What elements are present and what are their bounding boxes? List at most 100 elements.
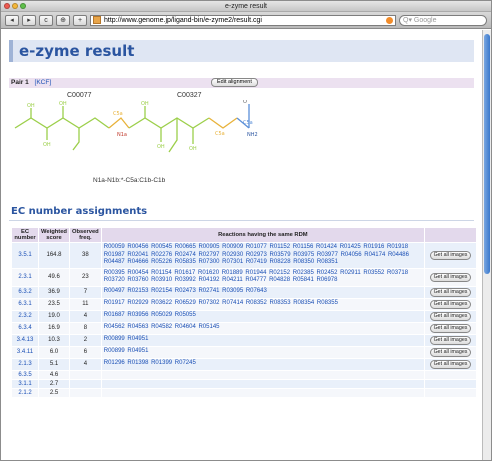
svg-text:OH: OH [27, 103, 35, 109]
ec-link[interactable]: 2.3.2 [11, 309, 39, 323]
reload-button[interactable]: c [39, 14, 53, 26]
observed-freq: 4 [68, 309, 102, 323]
rss-icon[interactable] [386, 16, 393, 24]
reaction-list[interactable]: R00395 R00454 R01154 R01617 R01620 R0188… [100, 267, 426, 287]
weighted-score: 6.0 [38, 345, 70, 359]
observed-freq: 2 [68, 333, 102, 347]
ec-link[interactable]: 2.3.1 [11, 267, 39, 287]
title-bar: e-zyme result [1, 1, 491, 12]
get-all-images-button[interactable]: Get all images [429, 347, 472, 357]
scrollbar-thumb[interactable] [484, 34, 490, 274]
header-ec: EC number [11, 227, 39, 243]
svg-text:C5a: C5a [243, 120, 253, 126]
rdm-formula: N1a-N1b:*-C5a:C1b-C1b [93, 177, 166, 184]
action-cell [424, 387, 477, 398]
compound-id-left: C00077 [67, 92, 92, 99]
forward-button[interactable]: ▸ [22, 14, 36, 26]
weighted-score: 16.9 [38, 321, 70, 335]
reaction-list[interactable]: R00059 R00456 R00545 R00665 R00905 R0090… [100, 242, 426, 269]
svg-text:OH: OH [141, 101, 149, 107]
observed-freq: 38 [68, 242, 102, 269]
reaction-list[interactable]: R01687 R03956 R05029 R05055 [100, 309, 426, 323]
observed-freq: 8 [68, 321, 102, 335]
table-row: 2.3.1 49.6 23 R00395 R00454 R01154 R01617 R… [11, 267, 477, 287]
get-all-images-button[interactable]: Get all images [429, 359, 472, 369]
reaction-list[interactable]: R00497 R02153 R02154 R02473 R02741 R0309… [100, 285, 426, 299]
pair-label: Pair 1 [11, 79, 29, 86]
reaction-list[interactable]: R00899 R04951 [100, 333, 426, 347]
weighted-score: 4.6 [38, 369, 70, 380]
ec-link[interactable]: 6.3.5 [11, 369, 39, 380]
back-button[interactable]: ◂ [5, 14, 19, 26]
action-cell: Get all images [424, 345, 477, 359]
add-bookmark-button[interactable]: + [73, 14, 87, 26]
weighted-score: 2.5 [38, 387, 70, 398]
close-window-button[interactable] [4, 3, 10, 9]
ec-link[interactable]: 2.1.3 [11, 357, 39, 371]
ec-assignment-table: EC number Weighted score Observed freq. … [11, 227, 477, 398]
table-row: 3.4.13 10.3 2 R00899 R04951 Get all images [11, 333, 477, 347]
site-favicon-icon [93, 16, 101, 24]
reaction-list[interactable]: R04562 R04563 R04582 R04604 R05145 [100, 321, 426, 335]
edit-alignment-button[interactable]: Edit alignment [211, 78, 258, 87]
minimize-window-button[interactable] [12, 3, 18, 9]
observed-freq [68, 387, 102, 398]
svg-text:OH: OH [59, 101, 67, 107]
page-content: e-zyme result Pair 1 [KCF] Edit alignmen… [1, 30, 482, 460]
section-title: EC number assignments [11, 206, 148, 217]
get-all-images-button[interactable]: Get all images [429, 323, 472, 333]
kcf-link[interactable]: [KCF] [35, 79, 52, 86]
ec-link[interactable]: 3.5.1 [11, 242, 39, 269]
reaction-list[interactable]: R01296 R01398 R01399 R07245 [100, 357, 426, 371]
table-row: 6.3.5 4.6 [11, 369, 477, 380]
weighted-score: 10.3 [38, 333, 70, 347]
reaction-list[interactable] [100, 378, 426, 389]
ec-link[interactable]: 6.3.2 [11, 285, 39, 299]
get-all-images-button[interactable]: Get all images [429, 299, 472, 309]
header-score: Weighted score [38, 227, 70, 243]
ec-link[interactable]: 6.3.1 [11, 297, 39, 311]
window-title: e-zyme result [224, 3, 267, 10]
molecule-alignment-diagram: OH OH OH OH OH OH C5a C5a N1a NH2 C5a O [14, 100, 258, 153]
table-row: 6.3.2 36.9 7 R00497 R02153 R02154 R02473 R0… [11, 285, 477, 299]
header-reactions: Reactions having the same RDM [100, 227, 426, 243]
ec-link[interactable]: 3.1.1 [11, 378, 39, 389]
reaction-list[interactable]: R00899 R04951 [100, 345, 426, 359]
action-cell: Get all images [424, 309, 477, 323]
ec-link[interactable]: 3.4.11 [11, 345, 39, 359]
svg-text:C5a: C5a [113, 111, 123, 117]
weighted-score: 23.5 [38, 297, 70, 311]
get-all-images-button[interactable]: Get all images [429, 311, 472, 321]
weighted-score: 19.0 [38, 309, 70, 323]
reaction-list[interactable] [100, 369, 426, 380]
bookmark-button[interactable]: ⊕ [56, 14, 70, 26]
header-freq: Observed freq. [68, 227, 102, 243]
ec-link[interactable]: 3.4.13 [11, 333, 39, 347]
reaction-list[interactable]: R01917 R02929 R03622 R06529 R07302 R0741… [100, 297, 426, 311]
url-text: http://www.genome.jp/ligand-bin/e-zyme2/… [104, 16, 262, 24]
svg-text:OH: OH [189, 146, 197, 152]
address-bar[interactable]: http://www.genome.jp/ligand-bin/e-zyme2/… [90, 14, 396, 26]
get-all-images-button[interactable]: Get all images [429, 272, 472, 282]
compound-id-right: C00327 [177, 92, 202, 99]
ec-link[interactable]: 6.3.4 [11, 321, 39, 335]
observed-freq: 4 [68, 357, 102, 371]
get-all-images-button[interactable]: Get all images [429, 287, 472, 297]
header-actions [424, 227, 477, 243]
get-all-images-button[interactable]: Get all images [429, 335, 472, 345]
reaction-list[interactable] [100, 387, 426, 398]
weighted-score: 36.9 [38, 285, 70, 299]
action-cell: Get all images [424, 357, 477, 371]
pair-header: Pair 1 [KCF] Edit alignment [9, 78, 474, 88]
browser-window: e-zyme result ◂ ▸ c ⊕ + http://www.genom… [0, 0, 492, 461]
zoom-window-button[interactable] [20, 3, 26, 9]
get-all-images-button[interactable]: Get all images [429, 250, 472, 260]
search-field[interactable]: Q▾ Google [399, 14, 487, 26]
vertical-scrollbar[interactable] [482, 30, 491, 460]
svg-text:N1a: N1a [117, 132, 127, 138]
table-header-row: EC number Weighted score Observed freq. … [11, 227, 477, 243]
action-cell [424, 378, 477, 389]
action-cell: Get all images [424, 321, 477, 335]
action-cell: Get all images [424, 333, 477, 347]
ec-link[interactable]: 2.1.2 [11, 387, 39, 398]
